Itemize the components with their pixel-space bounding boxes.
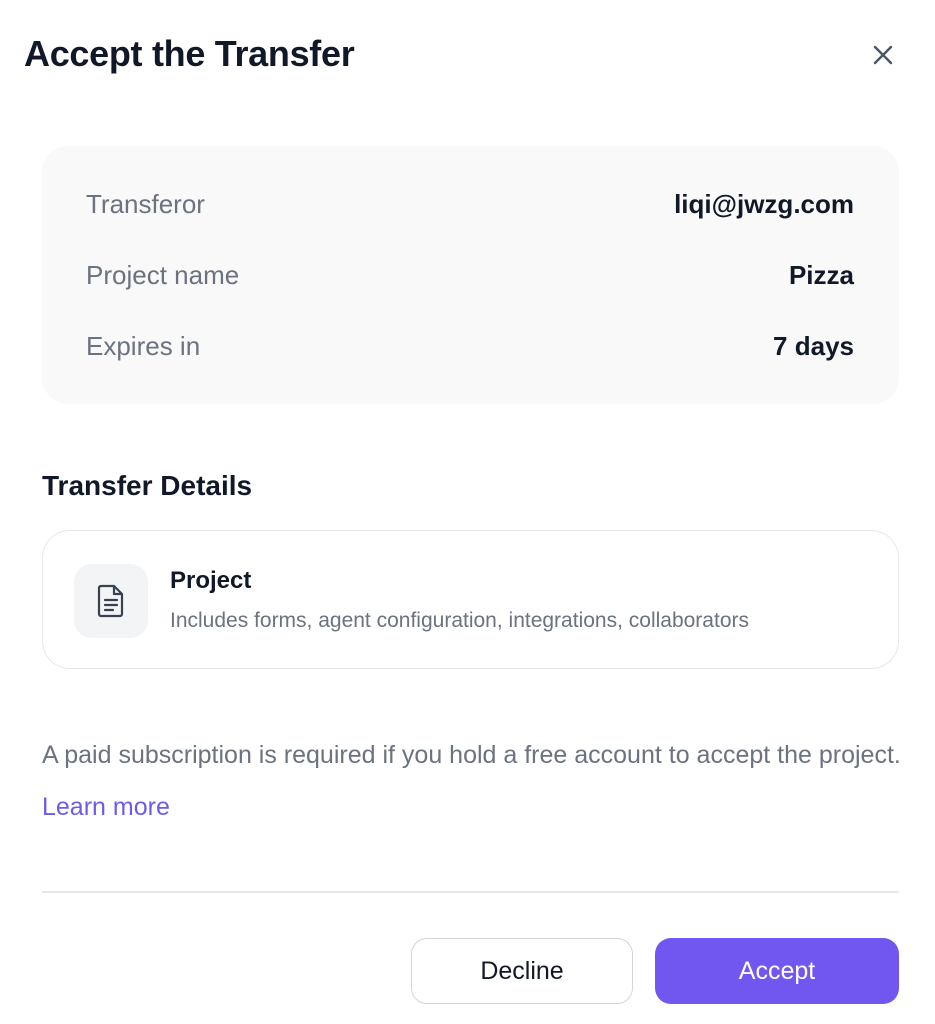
accept-transfer-dialog: Accept the Transfer Transferor liqi@jwzg…: [0, 0, 935, 1024]
summary-row-project-name: Project name Pizza: [86, 255, 854, 295]
summary-row-transferor: Transferor liqi@jwzg.com: [86, 184, 854, 224]
document-icon: [97, 584, 124, 618]
transferor-email: liqi@jwzg.com: [674, 188, 854, 219]
footer-divider: [42, 891, 899, 893]
learn-more-link[interactable]: Learn more: [42, 793, 170, 821]
summary-row-expires-in: Expires in 7 days: [86, 326, 854, 366]
expires-in-value: 7 days: [773, 330, 854, 361]
dialog-title: Accept the Transfer: [24, 33, 355, 74]
transfer-item-description: Includes forms, agent configuration, int…: [170, 609, 749, 632]
summary-label: Expires in: [86, 330, 201, 361]
transfer-item-card: Project Includes forms, agent configurat…: [42, 530, 899, 669]
transfer-summary-panel: Transferor liqi@jwzg.com Project name Pi…: [42, 146, 899, 404]
subscription-notice: A paid subscription is required if you h…: [42, 729, 902, 833]
accept-button[interactable]: Accept: [655, 938, 899, 1004]
project-name-value: Pizza: [788, 259, 854, 290]
transfer-details-heading: Transfer Details: [42, 470, 253, 501]
close-button[interactable]: [866, 38, 900, 72]
close-icon: [873, 45, 893, 65]
decline-button[interactable]: Decline: [411, 938, 633, 1004]
subscription-notice-text: A paid subscription is required if you h…: [42, 741, 901, 769]
summary-label: Project name: [86, 259, 240, 290]
document-icon-tile: [74, 564, 148, 638]
transfer-item-title: Project: [170, 567, 252, 594]
summary-label: Transferor: [86, 188, 205, 219]
